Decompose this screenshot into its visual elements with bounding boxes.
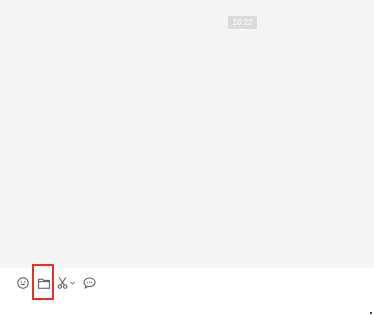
screenshot-button[interactable]: [57, 276, 75, 290]
corner-dot: [370, 312, 372, 314]
chevron-down-icon[interactable]: [70, 281, 75, 285]
send-file-button[interactable]: [37, 276, 51, 290]
emoji-icon: [17, 277, 29, 289]
message-area[interactable]: 18:22: [0, 0, 374, 268]
message-timestamp: 18:22: [228, 16, 257, 29]
chat-bubble-icon: [82, 277, 96, 289]
folder-icon: [38, 278, 50, 289]
scissors-icon: [57, 277, 68, 289]
input-toolbar: [0, 268, 374, 300]
emoji-button[interactable]: [16, 276, 30, 290]
chat-window: 18:22: [0, 0, 374, 315]
chat-history-button[interactable]: [82, 276, 96, 290]
